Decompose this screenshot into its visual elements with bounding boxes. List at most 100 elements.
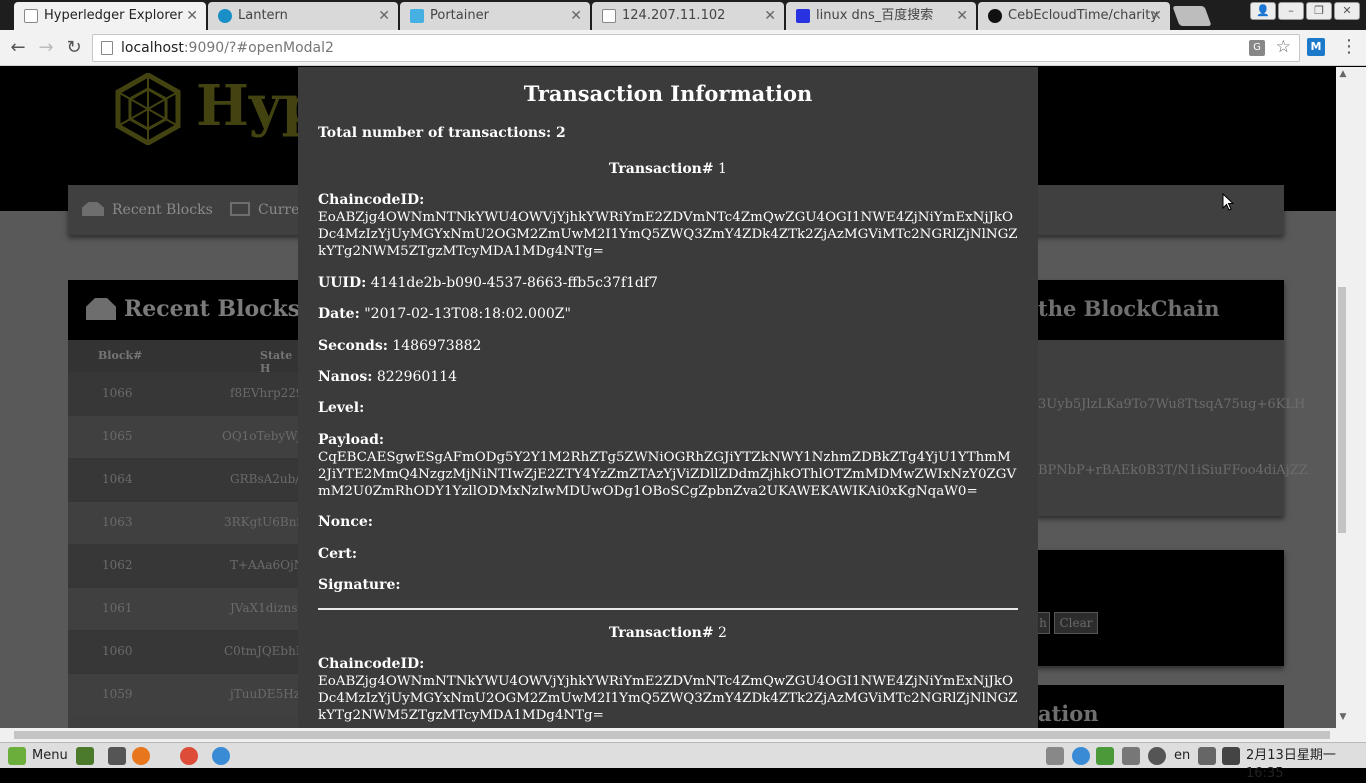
blockchain-info-panel: the BlockChain 3Uyb5JlzLKa9To7Wu8TtsqA75… (1036, 280, 1308, 516)
table-row[interactable]: 1060 C0tmJQEbhHV (68, 630, 315, 673)
tab-lantern[interactable]: Lantern ✕ (208, 2, 398, 30)
horizontal-scrollbar[interactable] (0, 728, 1366, 742)
back-arrow-icon[interactable]: ← (6, 36, 30, 60)
close-tab-icon[interactable]: ✕ (378, 2, 390, 30)
table-row[interactable]: 1065 OQ1oTebyWJF (68, 415, 311, 458)
scroll-up-icon[interactable]: ▲ (1336, 69, 1350, 79)
page-viewport: Hyp Recent Blocks Curren Recent Blocks B… (0, 67, 1336, 728)
transaction-divider (318, 608, 1018, 610)
blockchain-hash-1: 3Uyb5JlzLKa9To7Wu8TtsqA75ug+6KLH (1038, 397, 1306, 412)
nonce-field: Nonce: (318, 514, 373, 530)
reload-icon[interactable]: ↻ (62, 36, 86, 60)
volume-icon[interactable] (1198, 747, 1216, 765)
blockchain-hash-2: BPNbP+rBAEk0B3T/N1iSiuFFoo4diAjZZ (1038, 463, 1308, 478)
globe-icon[interactable] (1072, 747, 1090, 765)
address-bar[interactable]: localhost:9090/?#openModal2 G ☆ (92, 34, 1300, 62)
url-text: localhost:9090/?#openModal2 (121, 40, 334, 56)
user-profile-icon[interactable]: 👤 (1250, 2, 1276, 20)
total-transactions: Total number of transactions: 2 (318, 125, 566, 141)
battery-icon[interactable] (1222, 747, 1240, 765)
network-plug-icon[interactable] (1122, 747, 1140, 765)
close-tab-icon[interactable]: ✕ (956, 2, 968, 30)
browser-menu-icon[interactable]: ⋮ (1340, 36, 1358, 57)
clock[interactable]: 2月13日星期一 16:35 (1246, 747, 1366, 783)
firefox-icon[interactable] (132, 747, 150, 765)
keyboard-icon[interactable] (1046, 747, 1064, 765)
network-globe-icon[interactable] (212, 747, 230, 765)
close-tab-icon[interactable]: ✕ (186, 2, 198, 30)
transaction-header: Transaction# 2 (609, 625, 727, 641)
github-favicon-icon (988, 9, 1002, 23)
nav-recent-blocks[interactable]: Recent Blocks (82, 185, 213, 235)
tab-portainer[interactable]: Portainer ✕ (400, 2, 590, 30)
block-icon (230, 202, 250, 216)
chrome-icon[interactable] (180, 747, 198, 765)
recent-blocks-panel: Recent Blocks Block# State H 1066 f8EVhrp… (68, 280, 316, 728)
keyboard-layout[interactable]: en (1174, 747, 1190, 765)
date-field: Date: "2017-02-13T08:18:02.000Z" (318, 306, 571, 322)
tab-hyperledger-explorer[interactable]: Hyperledger Explorer ✕ (14, 2, 206, 30)
minimize-icon[interactable]: – (1278, 2, 1304, 20)
nav-current[interactable]: Curren (230, 185, 308, 235)
clear-button[interactable]: Clear (1054, 612, 1098, 634)
chaincode-id-field: ChaincodeID: EoABZjg4OWNmNTNkYWU4OWVjYjh… (318, 192, 1018, 259)
forward-arrow-icon[interactable]: → (34, 36, 58, 60)
scrollbar-thumb[interactable] (1338, 287, 1346, 533)
cubes-icon (86, 298, 116, 320)
table-row[interactable]: 1061 JVaX1dizns3 (68, 587, 305, 630)
blocks-table-header: Block# State H (68, 340, 302, 375)
page-info-icon[interactable] (101, 41, 113, 55)
modal-title: Transaction Information (523, 81, 813, 106)
cert-field: Cert: (318, 546, 358, 562)
portainer-favicon-icon (410, 9, 424, 23)
mint-logo-icon[interactable] (8, 747, 26, 765)
browser-toolbar: ← → ↻ localhost:9090/?#openModal2 G ☆ (0, 30, 1366, 66)
table-row[interactable]: 1064 GRBsA2ub/9Y (68, 458, 315, 501)
new-tab-button[interactable] (1172, 6, 1212, 26)
seconds-field: Seconds: 1486973882 (318, 338, 482, 354)
lantern-favicon-icon (218, 9, 232, 23)
cubes-icon (82, 202, 104, 216)
close-tab-icon[interactable]: ✕ (570, 2, 582, 30)
bluetooth-icon[interactable] (1148, 747, 1166, 765)
tab-ip-address[interactable]: 124.207.11.102 ✕ (592, 2, 784, 30)
signature-field: Signature: (318, 577, 401, 593)
document-favicon-icon (24, 9, 38, 23)
uuid-field: UUID: 4141de2b-b090-4537-8663-ffb5c37f1d… (318, 275, 658, 291)
start-menu-button[interactable]: Menu (32, 747, 68, 765)
chaincode-id-field: ChaincodeID: EoABZjg4OWNmNTNkYWU4OWVjYjh… (318, 656, 1018, 723)
level-field: Level: (318, 400, 365, 416)
scrollbar-thumb[interactable] (14, 731, 1330, 739)
extension-icon[interactable]: M (1307, 38, 1325, 56)
baidu-paw-favicon-icon (796, 9, 810, 23)
hyperledger-logo-icon (115, 73, 181, 145)
tab-github-charity[interactable]: CebEcloudTime/charity ✕ (978, 2, 1170, 30)
close-tab-icon[interactable]: ✕ (764, 2, 776, 30)
shield-check-icon[interactable] (1096, 747, 1114, 765)
tab-baidu-search[interactable]: linux dns_百度搜索 ✕ (786, 2, 976, 30)
browser-tab-strip: Hyperledger Explorer ✕ Lantern ✕ Portain… (0, 0, 1366, 30)
bookmark-star-icon[interactable]: ☆ (1276, 37, 1291, 57)
table-row[interactable]: 1059 jTuuDE5Hzk (68, 673, 307, 716)
close-window-icon[interactable]: ✕ (1334, 2, 1360, 20)
vertical-scrollbar[interactable]: ▲ ▼ (1336, 67, 1366, 728)
search-button[interactable]: h (1036, 612, 1050, 634)
scroll-down-icon[interactable]: ▼ (1336, 712, 1350, 722)
terminal-icon[interactable] (108, 747, 126, 765)
close-tab-icon[interactable]: ✕ (1150, 2, 1162, 30)
blockchain-panel-title: the BlockChain (1036, 280, 1284, 340)
recent-blocks-title: Recent Blocks (68, 280, 302, 340)
table-row[interactable]: 1066 f8EVhrp229p (68, 372, 311, 415)
blocks-table-body: 1066 f8EVhrp229p 1065 OQ1oTebyWJF 1064 GRBs… (68, 372, 316, 716)
mouse-cursor-icon (1222, 193, 1234, 211)
translate-icon[interactable]: G (1249, 40, 1265, 56)
maximize-icon[interactable]: ❐ (1306, 2, 1332, 20)
table-row[interactable]: 1063 3RKgtU6BnS0 (68, 501, 312, 544)
payload-field: Payload: CqEBCAESgwESgAFmODg5Y2Y1M2RhZTg… (318, 432, 1017, 499)
show-desktop-icon[interactable] (76, 747, 94, 765)
os-taskbar: Menu en 2月13日星期一 16:35 (0, 742, 1366, 781)
search-panel: h Clear (1036, 550, 1284, 666)
nanos-field: Nanos: 822960114 (318, 369, 458, 385)
transaction-modal: Transaction Information Total number of … (298, 67, 1038, 728)
table-row[interactable]: 1062 T+AAa6OjNfp (68, 544, 316, 587)
